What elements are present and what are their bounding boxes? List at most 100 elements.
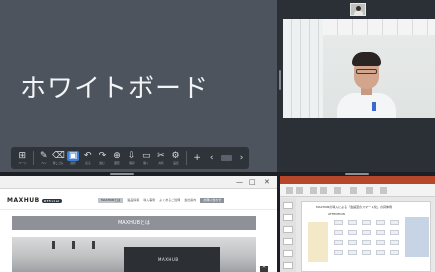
slide-grid-cell	[362, 250, 371, 255]
insert-button[interactable]: ⊕ 図形	[110, 147, 125, 169]
minimize-icon[interactable]: —	[236, 178, 243, 186]
slide-grid-cell	[390, 240, 399, 245]
slide-grid-cell	[348, 220, 357, 225]
ribbon-button[interactable]	[350, 187, 357, 194]
pen-tool-button[interactable]: ✎ ペン	[37, 147, 52, 169]
presentation-pane[interactable]: MAXHUBの導入による「会議室のスマート化」の具体例 ATTENTION	[280, 176, 435, 272]
slide-grid-cell	[348, 250, 357, 255]
site-logo[interactable]: MAXHUB Official	[7, 197, 62, 204]
tool-label: 共有	[158, 161, 164, 165]
lamp	[92, 241, 95, 249]
undo-button[interactable]: ↶ 戻る	[80, 147, 95, 169]
gear-icon: ⚙	[171, 151, 180, 161]
eraser-tool-button[interactable]: ⌫ 消しゴム	[51, 147, 66, 169]
prev-page-button[interactable]: ‹	[204, 147, 219, 169]
redo-icon: ↷	[98, 151, 107, 161]
scroll-top-button[interactable]: ^	[260, 266, 268, 272]
slide-subtitle: ATTENTION	[328, 212, 345, 216]
slide-thumbnail[interactable]	[283, 214, 293, 221]
nav-item-cases[interactable]: 導入事例	[143, 198, 155, 203]
nav-item-about[interactable]: MAXHUBとは	[98, 198, 124, 203]
split-resize-handle[interactable]	[279, 70, 281, 90]
whiteboard-pane[interactable]: ホワイトボード ⊞ ページ ✎ ペン ⌫ 消しゴム ▣ 選択 ↶ 戻る ↷ 進む ⊕ 図形 ⇩…	[0, 0, 277, 172]
slide-highlight-column	[405, 217, 429, 257]
participant-glasses	[356, 69, 377, 74]
section-banner: MAXHUBとは	[12, 216, 256, 230]
slide-grid-cell	[390, 230, 399, 235]
ribbon-toolbar	[280, 184, 435, 197]
eraser-icon: ⌫	[52, 151, 65, 161]
slide-sidebar-block	[308, 222, 328, 262]
settings-button[interactable]: ⚙ 設定	[168, 147, 183, 169]
browser-pane[interactable]: — □ ✕ MAXHUB Official MAXHUBとは 製品情報 導入事例 …	[0, 176, 277, 272]
nav-item-contact[interactable]: お問い合わせ	[200, 198, 225, 203]
save-icon: ⇩	[127, 151, 136, 161]
open-button[interactable]: ▭ 開く	[139, 147, 154, 169]
slide-thumbnail[interactable]	[283, 202, 293, 209]
page-icon: ⊞	[18, 151, 27, 161]
ribbon-button[interactable]	[286, 187, 293, 194]
video-ceiling-background	[323, 19, 435, 35]
self-view-body	[354, 11, 363, 16]
ribbon-button[interactable]	[366, 187, 373, 194]
tool-label: 設定	[172, 161, 179, 165]
chevron-right-icon: ›	[239, 153, 244, 163]
tool-label: 保存	[128, 161, 135, 165]
insert-icon: ⊕	[113, 151, 121, 161]
slide-thumbnail[interactable]	[283, 226, 293, 233]
slide-grid-cell	[376, 240, 385, 245]
logo-badge: Official	[41, 198, 62, 203]
slide-grid-cell	[334, 220, 343, 225]
redo-button[interactable]: ↷ 進む	[95, 147, 110, 169]
slide-grid-cell	[376, 230, 385, 235]
folder-icon: ▭	[142, 151, 151, 161]
page-tool-button[interactable]: ⊞ ページ	[15, 147, 30, 169]
next-page-button[interactable]: ›	[234, 147, 249, 169]
self-view-thumbnail[interactable]	[350, 3, 366, 16]
select-tool-button[interactable]: ▣ 選択	[66, 147, 81, 169]
pen-icon: ✎	[40, 151, 48, 161]
slide-thumbnail[interactable]	[283, 250, 293, 257]
add-page-button[interactable]: +	[190, 147, 205, 169]
tool-label: 選択	[70, 161, 76, 165]
slide-grid-cell	[390, 220, 399, 225]
display-panel: MAXHUB	[124, 247, 220, 272]
select-icon: ▣	[66, 151, 80, 161]
slide-thumbnail[interactable]	[283, 262, 293, 269]
nav-item-company[interactable]: 会社案内	[184, 198, 196, 203]
nav-item-products[interactable]: 製品情報	[127, 198, 139, 203]
ribbon-button[interactable]	[334, 187, 341, 194]
share-button[interactable]: ✂ 共有	[154, 147, 169, 169]
remote-video-feed	[283, 19, 435, 118]
tool-label: 戻る	[85, 161, 91, 165]
tool-label: 図形	[114, 161, 120, 165]
slide-thumbnail[interactable]	[283, 238, 293, 245]
maximize-icon[interactable]: □	[249, 178, 256, 186]
tool-label: 消しゴム	[53, 161, 64, 165]
chevron-left-icon: ‹	[209, 153, 214, 163]
slide-grid-cell	[362, 240, 371, 245]
participant-hair	[352, 52, 381, 66]
ribbon-button[interactable]	[296, 187, 303, 194]
ribbon-button[interactable]	[320, 187, 327, 194]
ribbon-button[interactable]	[380, 187, 387, 194]
browser-titlebar: — □ ✕	[0, 176, 277, 189]
whiteboard-toolbar: ⊞ ページ ✎ ペン ⌫ 消しゴム ▣ 選択 ↶ 戻る ↷ 進む ⊕ 図形 ⇩ 保存 ▭ 開く ✂…	[11, 147, 249, 169]
tool-label: ペン	[41, 161, 47, 165]
slide-grid-cell	[334, 240, 343, 245]
split-resize-handle[interactable]	[110, 173, 134, 175]
slide-grid-cell	[348, 230, 357, 235]
page-indicator[interactable]	[221, 155, 233, 161]
slide-thumbnails	[280, 198, 296, 272]
ribbon-button[interactable]	[310, 187, 317, 194]
slide-grid-cell	[334, 230, 343, 235]
lamp	[72, 241, 75, 249]
nav-item-faq[interactable]: よくあるご質問	[159, 198, 180, 203]
split-resize-handle[interactable]	[345, 173, 369, 175]
slide-grid-cell	[376, 250, 385, 255]
close-icon[interactable]: ✕	[264, 178, 270, 186]
whiteboard-title: ホワイトボード	[20, 74, 210, 104]
save-button[interactable]: ⇩ 保存	[124, 147, 139, 169]
slide-canvas[interactable]: MAXHUBの導入による「会議室のスマート化」の具体例 ATTENTION	[301, 201, 431, 272]
site-header: MAXHUB Official MAXHUBとは 製品情報 導入事例 よくあるご質…	[0, 190, 277, 210]
